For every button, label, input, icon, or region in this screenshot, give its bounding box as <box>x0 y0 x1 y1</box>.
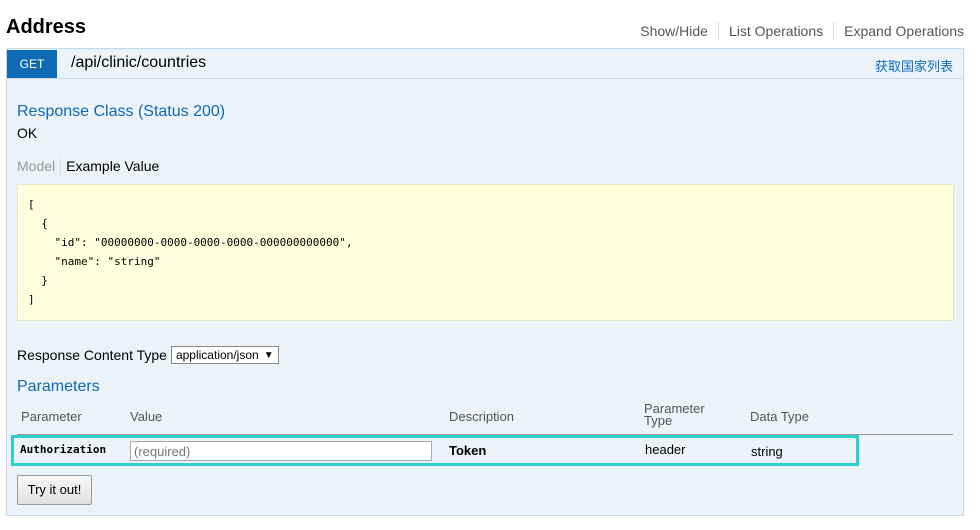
tab-example-value[interactable]: Example Value <box>61 158 159 174</box>
operation-summary[interactable]: 获取国家列表 <box>875 56 953 75</box>
expand-operations-link[interactable]: Expand Operations <box>834 22 964 40</box>
content-type-value: application/json <box>175 348 259 362</box>
model-tabs: Model Example Value <box>17 158 159 174</box>
col-header-parameter-type-line2: Type <box>644 413 673 428</box>
parameter-row-authorization: Authorization Token header string <box>11 435 859 466</box>
example-value-box: [ { "id": "00000000-0000-0000-0000-00000… <box>17 184 954 321</box>
parameters-title: Parameters <box>17 378 100 395</box>
resource-links: Show/Hide List Operations Expand Operati… <box>630 22 964 40</box>
resource-header: Address Show/Hide List Operations Expand… <box>0 0 980 46</box>
http-method-badge[interactable]: GET <box>7 50 57 78</box>
resource-title[interactable]: Address <box>6 16 86 39</box>
col-header-value: Value <box>130 409 163 424</box>
operation-path[interactable]: /api/clinic/countries <box>71 54 206 72</box>
content-type-select[interactable]: application/json ▼ <box>170 346 279 364</box>
parameter-name: Authorization <box>20 443 107 456</box>
try-it-out-button[interactable]: Try it out! <box>17 475 92 505</box>
col-header-description: Description <box>449 409 515 424</box>
triangle-down-icon: ▼ <box>263 349 274 361</box>
authorization-input[interactable] <box>130 441 432 461</box>
response-content-type-label: Response Content Type <box>17 347 167 363</box>
col-header-parameter: Parameter <box>21 409 82 424</box>
parameters-header-row: Parameter Value Description Parameter Ty… <box>17 401 953 435</box>
operation-heading[interactable]: GET /api/clinic/countries 获取国家列表 <box>7 49 963 79</box>
parameter-description: Token <box>449 443 487 458</box>
response-class-title: Response Class (Status 200) <box>17 103 226 120</box>
col-header-parameter-type: Parameter Type <box>644 402 705 428</box>
list-operations-link[interactable]: List Operations <box>719 22 835 40</box>
show-hide-link[interactable]: Show/Hide <box>630 22 719 40</box>
col-header-data-type: Data Type <box>750 409 810 424</box>
response-content-type: Response Content Type application/json ▼ <box>17 346 279 364</box>
operation-panel: GET /api/clinic/countries 获取国家列表 Respons… <box>6 48 964 516</box>
parameter-data-type: string <box>751 444 783 459</box>
response-status-text: OK <box>17 125 38 141</box>
tab-model[interactable]: Model <box>17 158 62 174</box>
parameter-type: header <box>645 442 686 457</box>
